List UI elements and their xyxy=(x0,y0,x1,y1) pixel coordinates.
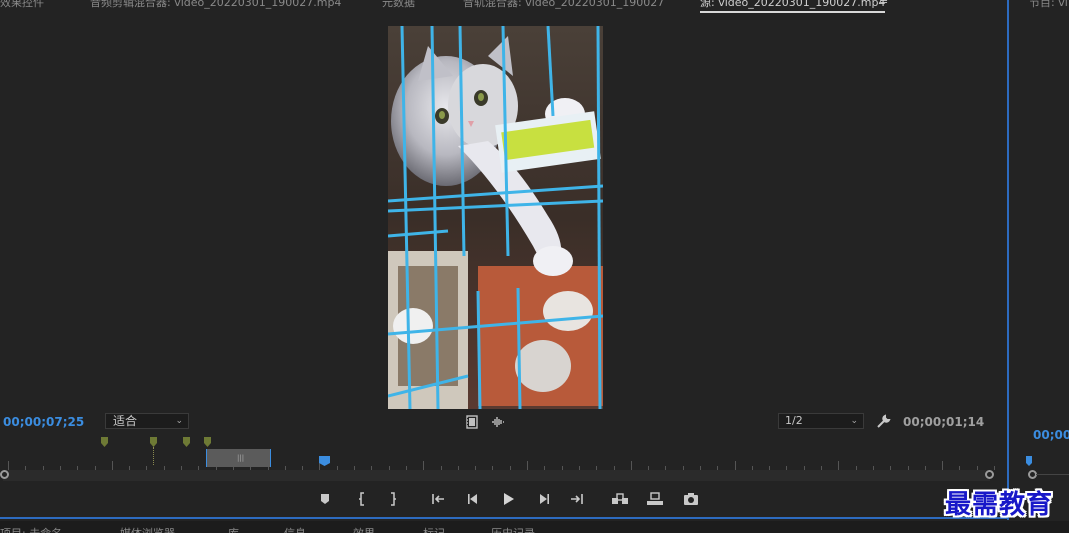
watermark-logo: 最需教育 xyxy=(945,490,1054,520)
play-icon[interactable] xyxy=(499,490,517,508)
tab-history[interactable]: 历史记录 xyxy=(491,525,535,533)
in-out-range[interactable]: ||| xyxy=(206,449,271,467)
tab-info[interactable]: 信息 xyxy=(284,525,306,533)
step-forward-icon[interactable] xyxy=(535,490,553,508)
mark-in-icon[interactable] xyxy=(353,490,371,508)
zoom-scrollbar[interactable] xyxy=(3,470,990,481)
zoom-level-value: 适合 xyxy=(113,414,138,428)
ruler-tick xyxy=(631,461,632,470)
ruler-tick xyxy=(527,461,528,470)
filmstrip-icon[interactable] xyxy=(465,414,479,429)
video-preview[interactable] xyxy=(388,26,603,409)
tab-media-browser[interactable]: 媒体浏览器 xyxy=(120,525,175,533)
time-ruler[interactable] xyxy=(0,460,1007,470)
mark-out-icon[interactable] xyxy=(384,490,402,508)
program-timecode[interactable]: 00;00 xyxy=(1033,428,1069,442)
zoom-handle-left[interactable] xyxy=(0,470,9,479)
go-to-in-icon[interactable] xyxy=(429,490,447,508)
playback-resolution-select[interactable]: 1/2 ⌄ xyxy=(778,413,864,429)
chevron-down-icon: ⌄ xyxy=(850,416,858,426)
panel-focus-border-bottom xyxy=(0,517,1008,519)
playback-resolution-value: 1/2 xyxy=(785,414,803,427)
panel-tab-bar: 效果控件 音频剪辑混合器: video_20220301_190027.mp4 … xyxy=(0,0,1069,14)
insert-icon[interactable] xyxy=(611,490,629,508)
tab-markers[interactable]: 标记 xyxy=(423,525,445,533)
ruler-tick xyxy=(942,461,943,470)
tab-libraries[interactable]: 库 xyxy=(228,525,239,533)
ruler-tick xyxy=(735,461,736,470)
ruler-tick xyxy=(423,461,424,470)
zoom-handle-right[interactable] xyxy=(985,470,994,479)
tab-audio-track-mixer[interactable]: 音轨混合器: video_20220301_190027 xyxy=(463,0,664,10)
range-grip-icon: ||| xyxy=(237,454,245,462)
wrench-icon[interactable] xyxy=(876,413,892,429)
camera-icon[interactable] xyxy=(682,490,700,508)
tab-metadata[interactable]: 元数据 xyxy=(382,0,415,10)
tab-effects[interactable]: 效果 xyxy=(353,525,375,533)
zoom-level-select[interactable]: 适合 ⌄ xyxy=(105,413,189,429)
program-zoom-track xyxy=(1036,474,1069,475)
program-playhead[interactable] xyxy=(1026,456,1032,466)
ruler-tick xyxy=(8,461,9,470)
ruler-tick xyxy=(112,461,113,470)
step-back-icon[interactable] xyxy=(464,490,482,508)
tab-project[interactable]: 项目: 未命名 xyxy=(0,525,62,533)
ruler-tick xyxy=(838,461,839,470)
video-frame-image xyxy=(388,26,603,409)
tab-audio-clip-mixer[interactable]: 音频剪辑混合器: video_20220301_190027.mp4 xyxy=(90,0,341,10)
tab-program-monitor[interactable]: 节目: vi xyxy=(1029,0,1068,10)
audio-waveform-icon[interactable] xyxy=(491,414,505,428)
bottom-panel-tab-bar: 项目: 未命名 媒体浏览器 库 信息 效果 标记 历史记录 xyxy=(0,521,1069,533)
marker-icon[interactable] xyxy=(316,490,334,508)
chevron-down-icon: ⌄ xyxy=(175,416,183,426)
current-timecode[interactable]: 00;00;07;25 xyxy=(3,415,84,429)
duration-timecode: 00;00;01;14 xyxy=(903,415,985,429)
go-to-out-icon[interactable] xyxy=(568,490,586,508)
overwrite-icon[interactable] xyxy=(646,490,664,508)
program-monitor-panel: 节目: vi 00;00 xyxy=(1009,0,1069,520)
panel-menu-icon[interactable]: ≡ xyxy=(879,0,888,7)
ruler-tick xyxy=(994,466,995,470)
tab-source-monitor[interactable]: 源: video_20220301_190027.mp4 xyxy=(700,0,886,13)
tab-effect-controls[interactable]: 效果控件 xyxy=(0,0,44,10)
